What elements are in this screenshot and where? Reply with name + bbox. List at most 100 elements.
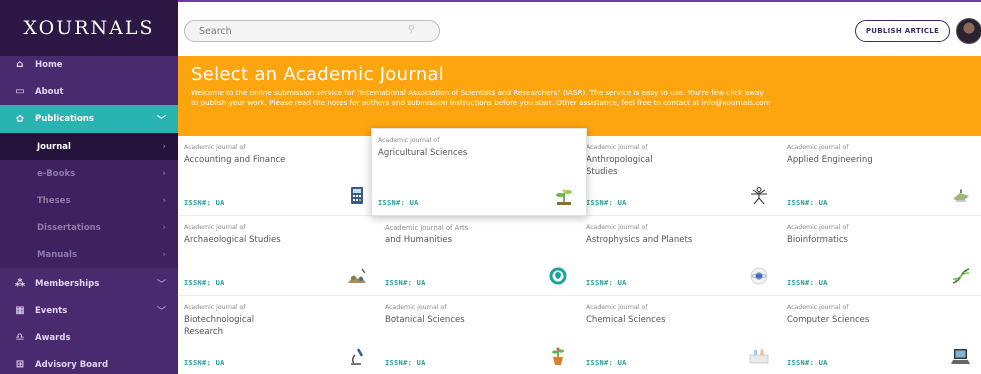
journal-card[interactable]: Academic journal of Anthropological Stud…: [580, 136, 782, 216]
home-icon: ⌂: [16, 59, 24, 70]
microscope-icon: [351, 348, 364, 365]
card-issn: ISSN#: UA: [586, 279, 627, 287]
journal-grid: Academic journal of Accounting and Finan…: [178, 128, 981, 374]
engineering-icon: [953, 189, 969, 202]
board-icon: ⊞: [15, 359, 25, 370]
chevron-right-icon: ›: [162, 168, 166, 179]
card-prefix: Academic journal of: [586, 224, 648, 231]
sidebar-subitem-dissertations[interactable]: Dissertations ›: [0, 214, 178, 241]
publications-icon: ✿: [15, 113, 25, 125]
journal-card[interactable]: Academic journal of Archaeological Studi…: [178, 216, 380, 296]
card-title: and Humanities: [385, 235, 453, 245]
journal-card[interactable]: Academic journal of Agricultural Science…: [371, 128, 587, 216]
card-prefix: Academic journal of: [787, 304, 849, 311]
banner: Select an Academic Journal Welcome to th…: [178, 56, 981, 136]
sidebar-subitem-journal[interactable]: Journal ›: [0, 133, 178, 160]
chevron-right-icon: ›: [162, 249, 166, 260]
book-icon: ▭: [15, 86, 25, 97]
card-issn: ISSN#: UA: [378, 199, 419, 207]
sidebar-item-about[interactable]: ▭ About: [0, 78, 178, 105]
top-bar: ⚲ PUBLISH ARTICLE: [178, 0, 981, 56]
journal-card[interactable]: Academic journal of Computer Sciences IS…: [781, 296, 981, 374]
banner-description: Welcome to the online submission service…: [191, 88, 771, 107]
page-title: Select an Academic Journal: [191, 64, 445, 85]
avatar[interactable]: [956, 18, 981, 44]
chevron-right-icon: ›: [162, 141, 166, 152]
sidebar-item-label: Publications: [35, 114, 94, 124]
sidebar-item-awards[interactable]: ♎ Awards: [0, 324, 178, 351]
logo[interactable]: XOURNALS: [0, 0, 178, 56]
chemistry-icon: [749, 349, 769, 364]
card-prefix: Academic journal of: [787, 144, 849, 151]
sidebar-item-label: About: [35, 86, 64, 97]
card-issn: ISSN#: UA: [787, 199, 828, 207]
journal-card[interactable]: Academic journal of Accounting and Finan…: [178, 136, 380, 216]
card-title: Accounting and Finance: [184, 155, 286, 165]
award-icon: ♎: [15, 332, 25, 343]
journal-card[interactable]: Academic journal of Biotechnological Res…: [178, 296, 380, 374]
journal-card[interactable]: Academic journal of Chemical Sciences IS…: [580, 296, 782, 374]
sidebar-item-memberships[interactable]: ⁂ Memberships ﹀: [0, 270, 178, 297]
card-prefix: Academic journal of: [378, 137, 440, 144]
card-issn: ISSN#: UA: [184, 279, 225, 287]
sidebar-item-events[interactable]: ▦ Events ﹀: [0, 297, 178, 324]
sidebar-item-label: Advisory Board: [35, 359, 109, 370]
card-prefix: Academic journal of: [787, 224, 849, 231]
planet-icon: [750, 267, 768, 285]
card-title: Anthropological Studies: [586, 155, 653, 177]
card-issn: ISSN#: UA: [787, 279, 828, 287]
card-issn: ISSN#: UA: [184, 199, 225, 207]
card-title: Botanical Sciences: [385, 315, 465, 325]
card-title: Chemical Sciences: [586, 315, 666, 325]
journal-card[interactable]: Academic journal of Arts and Humanities …: [379, 216, 581, 296]
search-icon[interactable]: ⚲: [408, 24, 415, 35]
sidebar-subitem-label: Dissertations: [37, 222, 101, 233]
card-prefix: Academic journal of: [184, 144, 246, 151]
card-issn: ISSN#: UA: [385, 359, 426, 367]
sidebar-item-label: Awards: [35, 332, 71, 343]
chevron-down-icon: ﹀: [156, 115, 166, 126]
members-icon: ⁂: [14, 278, 26, 289]
card-title: Applied Engineering: [787, 155, 873, 165]
sidebar-subitem-label: e-Books: [37, 168, 76, 179]
chevron-down-icon: ﹀: [156, 280, 166, 290]
card-title: Bioinformatics: [787, 235, 848, 245]
journal-card[interactable]: Academic journal of Astrophysics and Pla…: [580, 216, 782, 296]
chevron-right-icon: ›: [162, 222, 166, 233]
card-title: Biotechnological Research: [184, 315, 255, 337]
search-input[interactable]: [199, 24, 379, 39]
journal-card[interactable]: Academic journal of Applied Engineering …: [781, 136, 981, 216]
sidebar-subitem-theses[interactable]: Theses ›: [0, 187, 178, 214]
card-issn: ISSN#: UA: [586, 359, 627, 367]
publish-article-button[interactable]: PUBLISH ARTICLE: [855, 20, 950, 42]
journal-card[interactable]: Academic journal of Botanical Sciences I…: [379, 296, 581, 374]
sidebar-subitem-label: Manuals: [37, 249, 78, 260]
sidebar-item-home[interactable]: ⌂ Home: [0, 51, 178, 78]
sidebar-item-publications[interactable]: ✿ Publications ﹀: [0, 105, 178, 133]
potted-plant-icon: [552, 347, 564, 365]
card-issn: ISSN#: UA: [787, 359, 828, 367]
sidebar-item-label: Home: [35, 59, 63, 70]
card-title: Agricultural Sciences: [378, 148, 468, 158]
sidebar-item-advisory-board[interactable]: ⊞ Advisory Board: [0, 351, 178, 374]
computer-icon: [951, 349, 970, 364]
calculator-icon: [351, 187, 363, 204]
sidebar-subitem-label: Journal: [37, 141, 71, 152]
card-title: Computer Sciences: [787, 315, 870, 325]
sidebar-item-label: Events: [35, 305, 68, 316]
sidebar-item-label: Memberships: [35, 278, 100, 289]
sidebar-subitem-manuals[interactable]: Manuals ›: [0, 241, 178, 268]
card-title: Archaeological Studies: [184, 235, 281, 245]
card-issn: ISSN#: UA: [586, 199, 627, 207]
card-prefix: Academic journal of Arts: [385, 224, 469, 232]
card-prefix: Academic journal of: [586, 144, 648, 151]
card-prefix: Academic journal of: [184, 304, 246, 311]
journal-card[interactable]: Academic journal of Bioinformatics ISSN#…: [781, 216, 981, 296]
card-prefix: Academic journal of: [385, 304, 447, 311]
sidebar-subitem-ebooks[interactable]: e-Books ›: [0, 160, 178, 187]
human-figure-icon: [751, 187, 767, 205]
card-title: Astrophysics and Planets: [586, 235, 693, 245]
card-prefix: Academic journal of: [184, 224, 246, 231]
search-box[interactable]: ⚲: [184, 20, 440, 42]
calendar-icon: ▦: [15, 305, 25, 316]
